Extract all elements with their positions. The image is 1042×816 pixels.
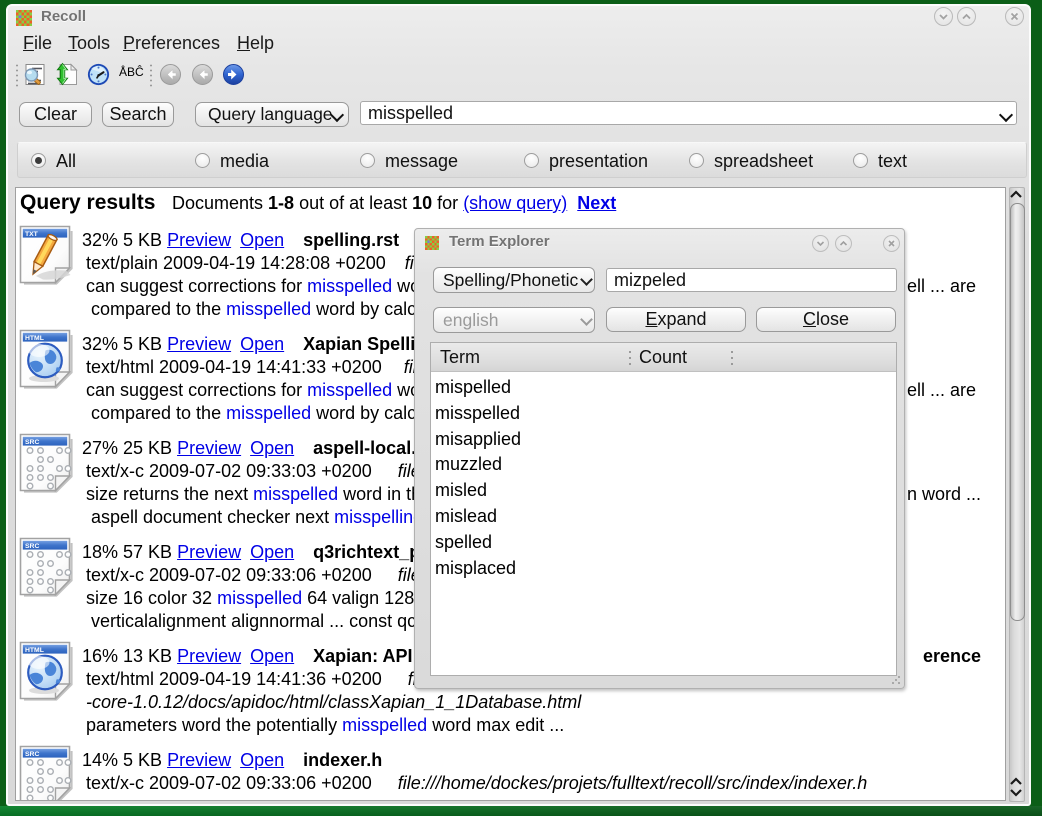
svg-text:HTML: HTML (25, 647, 44, 654)
svg-text:TXT: TXT (25, 231, 39, 238)
svg-text:HTML: HTML (25, 335, 44, 342)
svg-text:SRC: SRC (25, 751, 39, 758)
svg-text:SRC: SRC (25, 543, 39, 550)
svg-text:SRC: SRC (25, 439, 39, 446)
